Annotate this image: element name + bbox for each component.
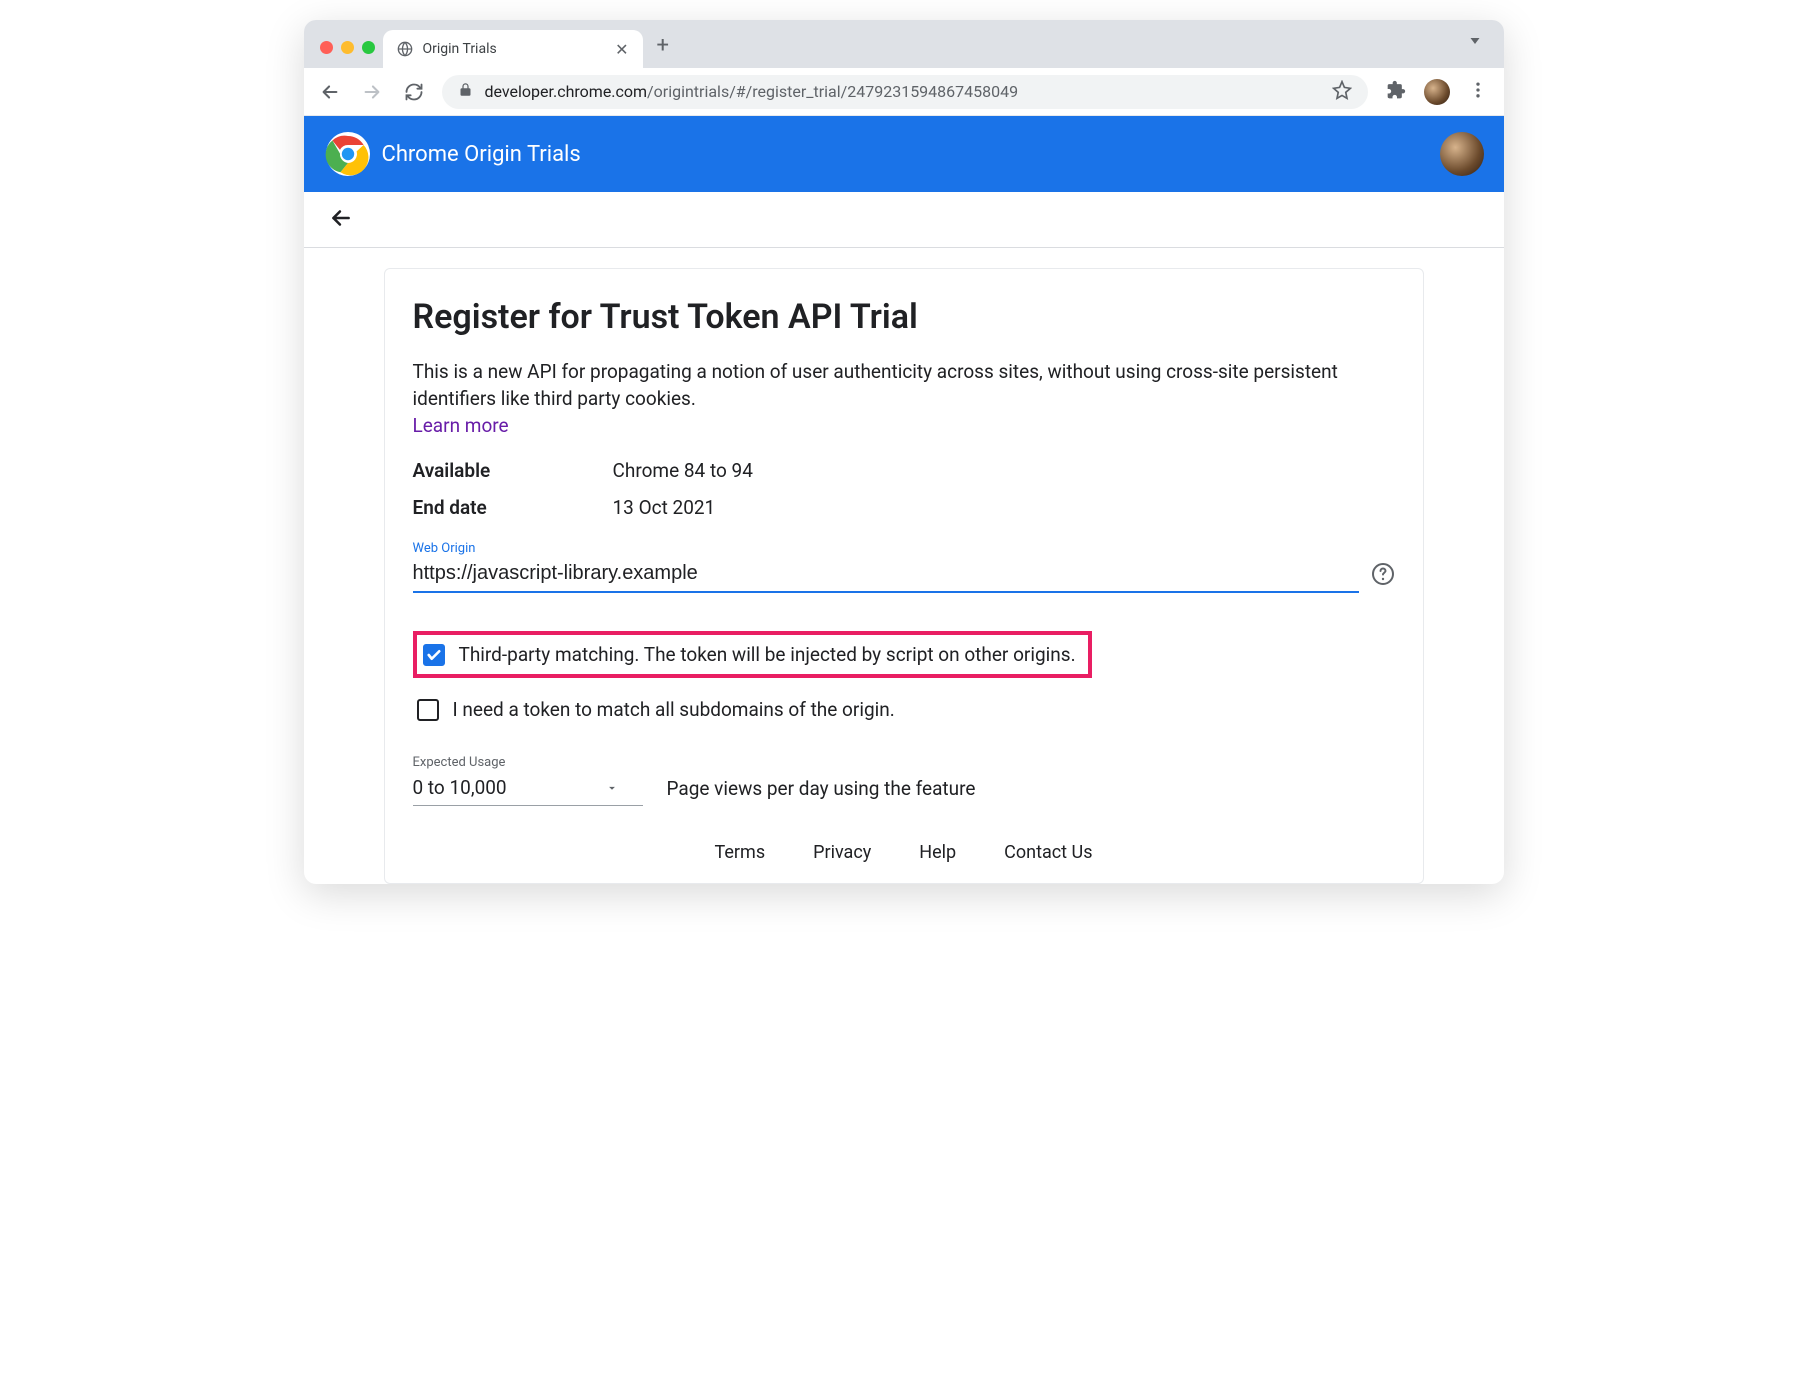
expected-usage-value: 0 to 10,000 xyxy=(413,776,507,799)
third-party-checkbox-row[interactable]: Third-party matching. The token will be … xyxy=(413,631,1092,678)
footer-links: Terms Privacy Help Contact Us xyxy=(413,842,1395,863)
end-date-label: End date xyxy=(413,496,613,519)
page-back-button[interactable] xyxy=(328,205,354,235)
url-text: developer.chrome.com/origintrials/#/regi… xyxy=(485,82,1019,101)
maximize-window-button[interactable] xyxy=(362,41,375,54)
browser-tab[interactable]: Origin Trials ✕ xyxy=(383,30,643,68)
app-header: Chrome Origin Trials xyxy=(304,116,1504,192)
footer-help-link[interactable]: Help xyxy=(919,842,956,863)
third-party-label: Third-party matching. The token will be … xyxy=(459,643,1076,666)
tab-overflow-icon[interactable] xyxy=(1466,32,1492,68)
expected-usage-label: Expected Usage xyxy=(413,755,643,770)
footer-privacy-link[interactable]: Privacy xyxy=(813,842,871,863)
bookmark-star-icon[interactable] xyxy=(1332,80,1352,104)
close-window-button[interactable] xyxy=(320,41,333,54)
new-tab-button[interactable]: + xyxy=(643,33,681,68)
subdomain-label: I need a token to match all subdomains o… xyxy=(453,698,895,721)
expected-usage-row: Expected Usage 0 to 10,000 Page views pe… xyxy=(413,755,1395,806)
dropdown-caret-icon xyxy=(605,781,619,795)
globe-icon xyxy=(397,41,413,57)
third-party-checkbox[interactable] xyxy=(423,644,445,666)
end-date-value: 13 Oct 2021 xyxy=(613,496,716,519)
subdomain-checkbox-row[interactable]: I need a token to match all subdomains o… xyxy=(413,692,1395,727)
minimize-window-button[interactable] xyxy=(341,41,354,54)
tab-title: Origin Trials xyxy=(423,41,497,57)
forward-button[interactable] xyxy=(358,78,386,106)
tab-bar: Origin Trials ✕ + xyxy=(304,20,1504,68)
profile-avatar[interactable] xyxy=(1440,132,1484,176)
reload-button[interactable] xyxy=(400,78,428,106)
window-controls xyxy=(316,41,383,68)
web-origin-field: Web Origin xyxy=(413,541,1395,593)
app-title: Chrome Origin Trials xyxy=(382,142,581,167)
available-label: Available xyxy=(413,459,613,482)
page-heading: Register for Trust Token API Trial xyxy=(413,297,1395,337)
extensions-icon[interactable] xyxy=(1382,76,1410,108)
lock-icon xyxy=(458,82,473,101)
subdomain-checkbox[interactable] xyxy=(417,699,439,721)
content-area: Register for Trust Token API Trial This … xyxy=(304,248,1504,884)
page-nav-row xyxy=(304,192,1504,248)
available-row: Available Chrome 84 to 94 xyxy=(413,459,1395,482)
browser-toolbar: developer.chrome.com/origintrials/#/regi… xyxy=(304,68,1504,116)
profile-avatar-small[interactable] xyxy=(1424,79,1450,105)
usage-description: Page views per day using the feature xyxy=(667,777,976,806)
trial-description: This is a new API for propagating a noti… xyxy=(413,359,1395,412)
footer-terms-link[interactable]: Terms xyxy=(715,842,766,863)
close-tab-button[interactable]: ✕ xyxy=(615,40,628,59)
learn-more-link[interactable]: Learn more xyxy=(413,414,509,437)
web-origin-input[interactable] xyxy=(413,558,1359,593)
back-button[interactable] xyxy=(316,78,344,106)
footer-contact-link[interactable]: Contact Us xyxy=(1004,842,1092,863)
browser-window: Origin Trials ✕ + developer.chrome.com/o… xyxy=(304,20,1504,884)
address-bar[interactable]: developer.chrome.com/origintrials/#/regi… xyxy=(442,75,1368,109)
help-icon[interactable] xyxy=(1371,562,1395,590)
expected-usage-select[interactable]: 0 to 10,000 xyxy=(413,772,643,806)
end-date-row: End date 13 Oct 2021 xyxy=(413,496,1395,519)
available-value: Chrome 84 to 94 xyxy=(613,459,753,482)
web-origin-label: Web Origin xyxy=(413,541,1395,556)
kebab-menu-icon[interactable] xyxy=(1464,76,1492,108)
registration-card: Register for Trust Token API Trial This … xyxy=(384,268,1424,884)
chrome-logo-icon xyxy=(324,130,372,178)
